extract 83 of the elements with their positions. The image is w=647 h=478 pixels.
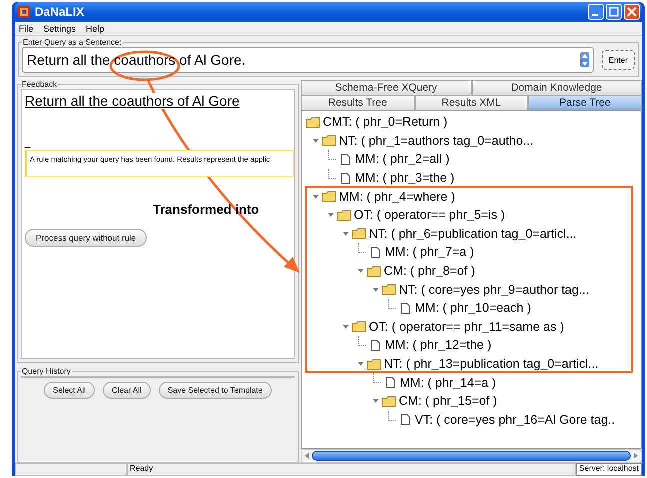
connector-line bbox=[373, 373, 381, 384]
tree-node-label[interactable]: MM: ( phr_7=a ) bbox=[385, 245, 474, 260]
minimize-button[interactable] bbox=[588, 4, 604, 20]
query-field[interactable]: Return all the coauthors of Al Gore. bbox=[22, 47, 594, 73]
tree-node-label[interactable]: NT: ( phr_13=publication tag_0=articl... bbox=[384, 357, 599, 372]
tree-node-label[interactable]: MM: ( phr_10=each ) bbox=[415, 301, 532, 316]
folder-icon bbox=[382, 284, 396, 296]
connector-line bbox=[328, 168, 336, 179]
annotation-text: Transformed into bbox=[153, 202, 260, 217]
expand-handle-icon[interactable] bbox=[373, 286, 379, 293]
document-icon bbox=[368, 246, 382, 258]
tree-node-label[interactable]: MM: ( phr_2=all ) bbox=[355, 152, 450, 166]
expand-handle-icon[interactable] bbox=[358, 268, 364, 274]
expand-handle-icon[interactable] bbox=[328, 212, 334, 218]
menu-item[interactable]: File bbox=[18, 24, 35, 34]
group-label: Query History bbox=[21, 367, 72, 376]
document-icon bbox=[383, 377, 397, 388]
expand-handle-icon[interactable] bbox=[343, 230, 349, 237]
connector-line bbox=[358, 336, 366, 346]
window-title: DaNaLIX bbox=[35, 5, 86, 19]
document-icon bbox=[338, 172, 352, 184]
connector-line bbox=[388, 298, 396, 309]
tab[interactable]: Domain Knowledge bbox=[472, 80, 642, 95]
app-icon bbox=[17, 5, 31, 19]
connector-line bbox=[328, 150, 336, 160]
horizontal-scrollbar[interactable] bbox=[301, 449, 642, 463]
expand-handle-icon[interactable] bbox=[313, 194, 319, 200]
scroll-left-icon[interactable] bbox=[304, 453, 310, 459]
tree-node-label[interactable]: NT: ( phr_1=authors tag_0=autho... bbox=[339, 134, 534, 148]
highlight-ellipse bbox=[110, 50, 180, 82]
document-icon bbox=[398, 414, 412, 426]
tab[interactable]: Parse Tree bbox=[528, 95, 642, 110]
folder-icon bbox=[337, 210, 351, 221]
folder-icon bbox=[382, 396, 396, 407]
spinner-icon[interactable] bbox=[580, 52, 590, 68]
folder-icon bbox=[352, 228, 366, 240]
tree-node-label[interactable]: NT: ( core=yes phr_9=author tag... bbox=[399, 282, 590, 297]
document-icon bbox=[368, 340, 382, 351]
connector-line bbox=[388, 410, 396, 420]
history-button[interactable]: Select All bbox=[44, 382, 96, 399]
enter-button[interactable]: Enter bbox=[602, 50, 635, 70]
tree-node-label[interactable]: MM: ( phr_14=a ) bbox=[400, 376, 496, 390]
document-icon bbox=[338, 154, 352, 165]
tree-node-label[interactable]: CM: ( phr_8=of ) bbox=[384, 264, 476, 278]
tree-node-label[interactable]: CMT: ( phr_0=Return ) bbox=[323, 115, 448, 130]
process-button[interactable]: Process query without rule bbox=[25, 229, 148, 247]
document-icon bbox=[398, 302, 412, 314]
scroll-right-icon[interactable] bbox=[633, 453, 639, 459]
menu-item[interactable]: Help bbox=[85, 24, 106, 34]
tree-node-label[interactable]: MM: ( phr_12=the ) bbox=[385, 338, 492, 352]
feedback-mark: _ bbox=[25, 139, 32, 149]
expand-handle-icon[interactable] bbox=[313, 138, 319, 144]
expand-handle-icon[interactable] bbox=[373, 398, 379, 404]
tree-node-label[interactable]: MM: ( phr_4=where ) bbox=[339, 190, 456, 204]
tree-node-label[interactable]: VT: ( core=yes phr_16=Al Gore tag.. bbox=[415, 412, 616, 427]
expand-handle-icon[interactable] bbox=[343, 324, 349, 330]
folder-icon bbox=[322, 191, 336, 202]
tree-node-label[interactable]: NT: ( phr_6=publication tag_0=articl... bbox=[369, 226, 577, 241]
connector-line bbox=[358, 243, 366, 254]
menu-item[interactable]: Settings bbox=[42, 24, 78, 34]
maximize-button[interactable] bbox=[606, 4, 622, 20]
history-button[interactable]: Save Selected to Template bbox=[158, 382, 272, 399]
folder-icon bbox=[367, 358, 381, 370]
tree-node-label[interactable]: MM: ( phr_3=the ) bbox=[355, 171, 455, 186]
folder-icon bbox=[367, 266, 381, 277]
folder-icon bbox=[322, 135, 336, 146]
tab[interactable]: Schema-Free XQuery bbox=[301, 80, 472, 95]
tree-node-label[interactable]: CM: ( phr_15=of ) bbox=[399, 394, 498, 408]
tree-node-label[interactable]: OT: ( operator== phr_11=same as ) bbox=[369, 320, 564, 334]
scroll-thumb[interactable] bbox=[312, 451, 631, 461]
server-status: Server: localhost bbox=[576, 463, 642, 476]
tab[interactable]: Results XML bbox=[414, 95, 528, 110]
group-label: Feedback bbox=[21, 80, 58, 89]
history-button[interactable]: Clear All bbox=[103, 382, 151, 399]
expand-handle-icon[interactable] bbox=[358, 361, 364, 368]
close-button[interactable] bbox=[624, 4, 640, 20]
feedback-heading: Return all the coauthors of Al Gore bbox=[25, 93, 240, 109]
folder-icon bbox=[306, 116, 320, 128]
status-message: Ready bbox=[127, 463, 576, 476]
folder-icon bbox=[352, 321, 366, 332]
group-label: Enter Query as a Sentence: bbox=[22, 38, 123, 47]
tree-node-label[interactable]: OT: ( operator== phr_5=is ) bbox=[354, 208, 506, 222]
tab[interactable]: Results Tree bbox=[301, 95, 415, 110]
